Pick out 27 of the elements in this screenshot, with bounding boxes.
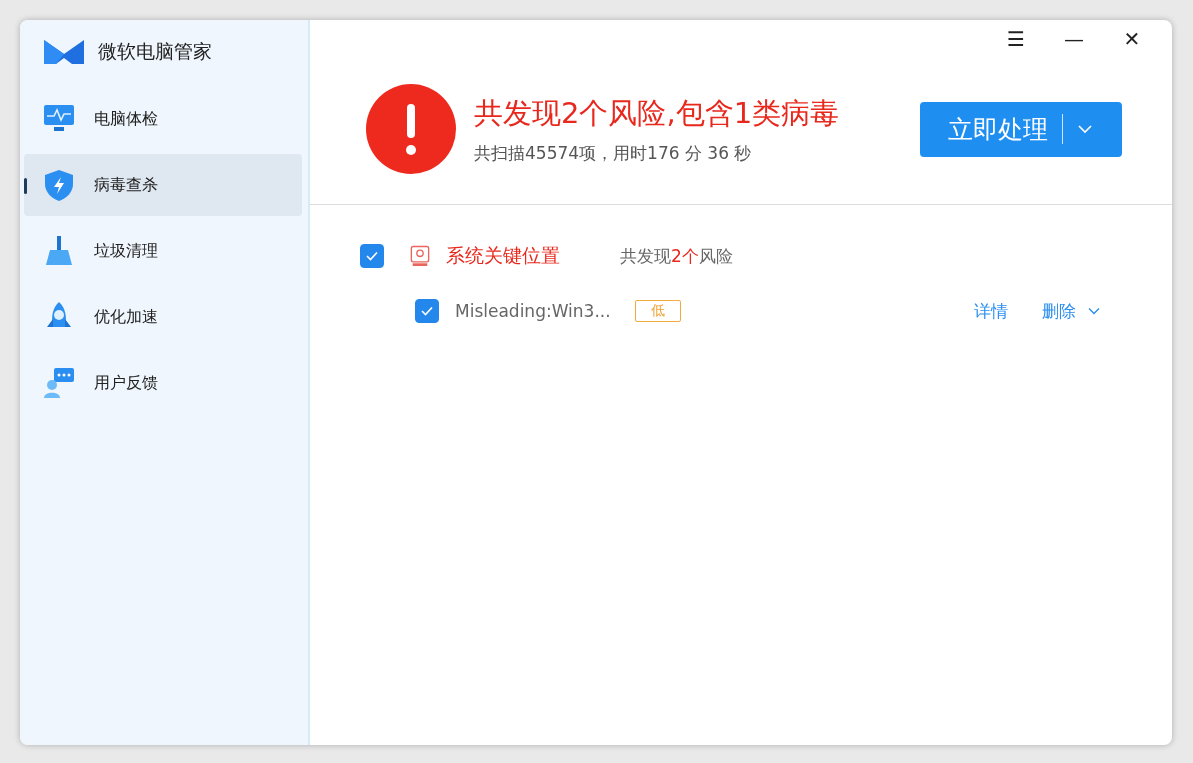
threat-name: Misleading:Win3...	[455, 301, 611, 321]
risk-count: 共发现2个风险	[620, 244, 733, 268]
check-icon	[366, 251, 378, 261]
sidebar-item[interactable]: 用户反馈	[24, 352, 302, 414]
close-button[interactable]: ✕	[1108, 24, 1156, 54]
caret-icon	[1088, 307, 1100, 315]
checkbox[interactable]	[360, 244, 384, 268]
sidebar-item[interactable]: 优化加速	[24, 286, 302, 348]
risk-level-tag: 低	[634, 300, 681, 322]
shield-icon	[42, 168, 76, 202]
sidebar-item[interactable]: 电脑体检	[24, 88, 302, 150]
minimize-button[interactable]: —	[1050, 24, 1098, 54]
result-headline: 共发现2个风险,包含1类病毒	[474, 94, 841, 132]
checkbox[interactable]	[415, 299, 439, 323]
sidebar-item[interactable]: 病毒查杀	[24, 154, 302, 216]
alert-icon	[366, 84, 456, 174]
check-icon	[421, 306, 433, 316]
logo-icon	[44, 40, 84, 64]
sidebar-item[interactable]: 垃圾清理	[24, 220, 302, 282]
scan-summary: 共扫描45574项，用时176 分 36 秒	[474, 141, 753, 165]
details-link[interactable]: 详情	[974, 299, 1008, 323]
location-drive-icon	[410, 245, 430, 267]
menu-button[interactable]: ☰	[992, 24, 1040, 54]
category-name: 系统关键位置	[446, 243, 560, 268]
chat-user-icon	[42, 366, 76, 400]
app-title: 微软电脑管家	[98, 39, 212, 64]
caret-icon	[1077, 124, 1093, 134]
